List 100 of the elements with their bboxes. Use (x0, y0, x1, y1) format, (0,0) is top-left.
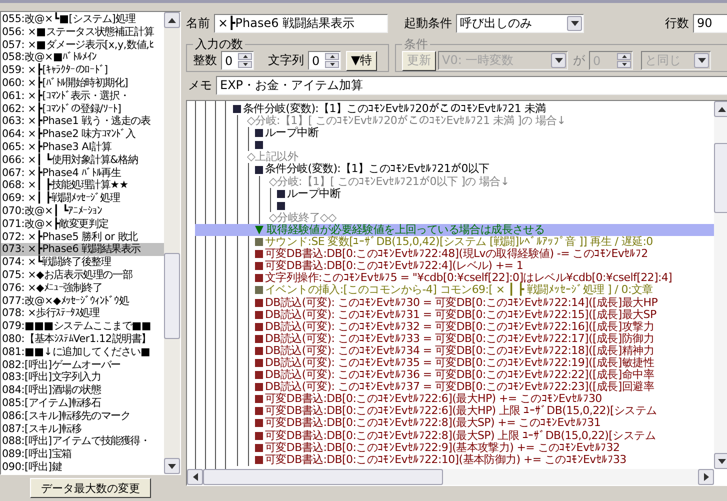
field-label: メモ (188, 76, 212, 94)
trigger-dropdown[interactable]: 呼び出しのみ (456, 14, 584, 32)
event-list-item[interactable]: 069: ×┃ ┣戦闘ﾒｯｾｰｼﾞ処理 (1, 192, 164, 205)
event-list-item[interactable]: 075: ×◆お店表示処理の一部 (1, 268, 164, 282)
code-line[interactable]: ◇分岐:【1】[ このｺﾓﾝEvｾﾙﾌ20がこのｺﾓﾝEvｾﾙﾌ21 未満 ]の 場合↓ (244, 115, 714, 128)
event-list-item[interactable]: 057: ×■ダメージ表示[x,y,数値,ﾋ (1, 38, 164, 52)
code-line[interactable]: 可変DB書込:DB[0:このｺﾓﾝEvｾﾙﾌ22:9](基本攻撃力) += このｺﾓﾝEvｾﾙﾌ32 (255, 442, 714, 454)
event-list-item[interactable]: 084:[呼出]酒場の状態 (1, 384, 164, 397)
code-text: ◇分岐終了◇◇ (269, 212, 336, 224)
code-line[interactable]: DB読込(可変): このｺﾓﾝEvｾﾙﾌ35 = 可変DB[0:このｺﾓﾝEvｾﾙﾌ22:19]([成長]敏捷性 (255, 356, 714, 370)
triangle-down-icon (570, 20, 578, 26)
code-line[interactable]: イベントの挿入:[このコモンから-4] コモン69:[ × ┃ ┣ 戦闘ﾒｯｾｰｼﾞ処理 ] / 0:文章 (255, 284, 714, 296)
scroll-down-button[interactable] (714, 453, 727, 469)
event-list-item[interactable]: 071:改@×┣敵変更判定 (1, 218, 164, 231)
event-list-item[interactable]: 074: ×┗戦闘終了後整理 (1, 256, 164, 269)
code-text: DB読込(可変): このｺﾓﾝEvｾﾙﾌ30 = 可変DB[0:このｺﾓﾝEvｾﾙﾌ22:14]([成長]最大HP (265, 296, 658, 308)
code-line[interactable]: ◇分岐:【1】[ このｺﾓﾝEvｾﾙﾌ21が0以下 ]の 場合↓ (266, 176, 714, 188)
scroll-up-button[interactable] (164, 12, 180, 28)
special-button[interactable]: ▼特 (346, 50, 378, 70)
code-line[interactable]: 可変DB書込:DB[0:このｺﾓﾝEvｾﾙﾌ22:4](レベル) += 1 (255, 260, 714, 272)
name-field[interactable]: ×┣Phase6 戦闘結果表示 (214, 14, 388, 32)
square-icon (255, 129, 263, 138)
field-label: 文字列 (268, 52, 304, 69)
code-line[interactable]: 可変DB書込:DB[0:このｺﾓﾝEvｾﾙﾌ22:10](基本防御力) += このｺﾓﾝEvｾﾙﾌ33 (255, 454, 714, 466)
event-list-item[interactable]: 086:[スキル]転移先のマーク (1, 410, 164, 422)
event-list-item[interactable]: 076: ×◆ﾒﾆｭｰ強制終了 (1, 282, 164, 295)
event-list-item[interactable]: 067: ×┣Phase4 ﾊﾞﾄﾙ再生 (1, 166, 164, 180)
max-data-button[interactable]: データ最大数の変更 (30, 478, 151, 498)
code-text: DB読込(可変): このｺﾓﾝEvｾﾙﾌ36 = 可変DB[0:このｺﾓﾝEvｾﾙﾌ22:22]([成長]命中率 (265, 369, 654, 382)
code-line[interactable]: ループ中断 (255, 127, 714, 140)
event-list-item[interactable]: 089:[呼出]宝箱 (1, 448, 164, 461)
event-list-item[interactable]: 079:■■■システムここまで■■ (1, 320, 164, 333)
code-text: 可変DB書込:DB[0:このｺﾓﾝEvｾﾙﾌ22:10](基本防御力) += このｺﾓﾝEvｾﾙﾌ33 (265, 454, 626, 466)
scrollbar-thumb[interactable] (714, 143, 727, 213)
event-list-item[interactable]: 072: ×┣Phase5 勝利 or 敗北 (1, 230, 164, 244)
code-line[interactable]: DB読込(可変): このｺﾓﾝEvｾﾙﾌ32 = 可変DB[0:このｺﾓﾝEvｾﾙﾌ22:16]([成長]攻撃力 (255, 320, 714, 333)
square-icon (255, 432, 263, 440)
code-line[interactable]: 可変DB書込:DB[0:このｺﾓﾝEvｾﾙﾌ22:6](最大HP) += このｺﾓﾝEvｾﾙﾌ30 (255, 393, 714, 406)
code-line[interactable]: DB読込(可変): このｺﾓﾝEvｾﾙﾌ34 = 可変DB[0:このｺﾓﾝEvｾﾙﾌ22:18]([成長]精神力 (255, 344, 714, 357)
event-list-item[interactable]: 068: ×┃ ┣技能処理計算★★ (1, 179, 164, 192)
scroll-right-button[interactable] (698, 469, 714, 485)
code-line[interactable]: サウンド:SE 変数[ﾕｰｻﾞDB(15,0,42)[システム [戦闘]ﾚﾍﾞﾙｱｯﾌﾟ音 ]] 再生 / 遅延:0 (255, 236, 714, 248)
code-text: 可変DB書込:DB[0:このｺﾓﾝEvｾﾙﾌ22:4](レベル) += 1 (265, 260, 524, 272)
event-list-item[interactable]: 088:[呼出]アイテムで技能獲得・ (1, 435, 164, 448)
code-text: 可変DB書込:DB[0:このｺﾓﾝEvｾﾙﾌ22:9](基本攻撃力) += このｺﾓﾝEvｾﾙﾌ32 (265, 442, 620, 454)
event-list-item[interactable]: 090:[呼出]鍵 (1, 460, 164, 474)
event-list-item[interactable]: 065: ×┣Phase3 AI計算 (1, 140, 164, 154)
event-list-item[interactable]: 078: ×歩行ｽﾃｰﾀｽ処理 (1, 307, 164, 320)
event-list-item[interactable]: 085:[アイテム]転移石 (1, 396, 164, 410)
event-list-item[interactable]: 080:【基本ｼｽﾃﾑVer1.12説明書】 (1, 332, 164, 346)
scrollbar-thumb[interactable] (203, 469, 443, 485)
event-list-item[interactable]: 056: ×■ステータス状態補正計算 (1, 26, 164, 39)
square-icon (255, 346, 263, 355)
code-line[interactable]: 可変DB書込:DB[0:このｺﾓﾝEvｾﾙﾌ22:8](最大SP) += このｺﾓﾝEvｾﾙﾌ31 (255, 417, 714, 430)
event-list-item[interactable]: 070:改@×┃ ┗ｱﾆﾒｰｼｮﾝ (1, 204, 164, 218)
event-list-item[interactable]: 062: ×┣[ｺﾏﾝﾄﾞの登録/ｿｰﾄ] (1, 102, 164, 116)
code-text: DB読込(可変): このｺﾓﾝEvｾﾙﾌ33 = 可変DB[0:このｺﾓﾝEvｾﾙﾌ22:17]([成長]防御力 (265, 332, 654, 345)
integer-spinbox[interactable]: 0 (221, 51, 254, 70)
triangle-up-icon (242, 55, 248, 58)
scrollbar-thumb[interactable] (164, 253, 180, 339)
code-line[interactable]: ◇上記以外 (244, 151, 714, 164)
string-spinbox[interactable]: 0 (308, 51, 341, 70)
code-line[interactable]: DB読込(可変): このｺﾓﾝEvｾﾙﾌ36 = 可変DB[0:このｺﾓﾝEvｾﾙﾌ22:22]([成長]命中率 (255, 369, 714, 382)
line-count-field[interactable]: 90 (693, 14, 727, 32)
event-list-item[interactable]: 087:[スキル]転移 (1, 422, 164, 436)
code-line[interactable]: DB読込(可変): このｺﾓﾝEvｾﾙﾌ37 = 可変DB[0:このｺﾓﾝEvｾﾙﾌ22:23]([成長]回避率 (255, 381, 714, 394)
event-list-item[interactable]: 082:[呼出]ゲームオーバー (1, 358, 164, 372)
code-line[interactable]: ループ中断 (277, 188, 714, 200)
code-line[interactable]: DB読込(可変): このｺﾓﾝEvｾﾙﾌ33 = 可変DB[0:このｺﾓﾝEvｾﾙﾌ22:17]([成長]防御力 (255, 332, 714, 345)
event-list-item[interactable]: 077:改@×◆ﾒｯｾｰｼﾞｳｨﾝﾄﾞｳ処 (1, 294, 164, 308)
code-line[interactable]: DB読込(可変): このｺﾓﾝEvｾﾙﾌ30 = 可変DB[0:このｺﾓﾝEvｾﾙﾌ22:14]([成長]最大HP (255, 296, 714, 309)
field-label: 起動条件 (404, 14, 452, 32)
event-list-item[interactable]: 083:[呼出]文字列入力 (1, 371, 164, 384)
square-icon (255, 395, 263, 404)
event-list-item[interactable]: 058:改@×■ﾊﾞﾄﾙﾒｲﾝ (1, 51, 164, 64)
event-list-item[interactable]: 060: ×┣[ﾊﾞﾄﾙ開始時初期化] (1, 76, 164, 90)
code-text: ループ中断 (265, 127, 319, 140)
square-icon (255, 334, 263, 343)
group-title: 条件 (403, 36, 429, 53)
code-line[interactable]: 可変DB書込:DB[0:このｺﾓﾝEvｾﾙﾌ22:48](現Lvの取得経験値) -= このｺﾓﾝEvｾﾙﾌ2 (255, 248, 714, 260)
scroll-left-button[interactable] (187, 469, 203, 485)
field-label: 名前 (186, 14, 210, 32)
event-list-item[interactable]: 055:改@×┗■[システム]処理 (1, 13, 164, 26)
event-list-item[interactable]: 081:■■↓に追加してください■ (1, 346, 164, 359)
code-line[interactable]: ◇分岐終了◇◇ (266, 212, 714, 224)
scroll-up-button[interactable] (714, 101, 727, 117)
event-list-item[interactable]: 066: ×┃ ┗使用対象計算&格納 (1, 154, 164, 167)
memo-field[interactable]: EXP・お金・アイテム加算 (216, 76, 727, 94)
code-line[interactable]: 条件分岐(変数):【1】このｺﾓﾝEvｾﾙﾌ20がこのｺﾓﾝEvｾﾙﾌ21 未満 (233, 103, 714, 116)
event-list-item[interactable]: 073: ×┣Phase6 戦闘結果表示 (1, 243, 164, 256)
event-list-item[interactable]: 061: ×┣[ｺﾏﾝﾄﾞ表示・選択・ (1, 90, 164, 103)
scroll-down-button[interactable] (164, 458, 180, 474)
code-line[interactable]: 条件分岐(変数):【1】このｺﾓﾝEvｾﾙﾌ21が0以下 (255, 163, 714, 176)
square-icon (255, 444, 263, 452)
code-text: ループ中断 (287, 188, 341, 200)
event-list-item[interactable]: 063: ×┣Phase1 戦う・逃走の表 (1, 115, 164, 128)
square-icon (255, 262, 263, 270)
event-list-item[interactable]: 064: ×┣Phase2 味方ｺﾏﾝﾄﾞ入 (1, 128, 164, 141)
event-list-item[interactable]: 059: ×┣[ｷｬﾗｸﾀｰのﾛｰﾄﾞ] (1, 64, 164, 77)
field-label: 行数 (665, 14, 689, 32)
